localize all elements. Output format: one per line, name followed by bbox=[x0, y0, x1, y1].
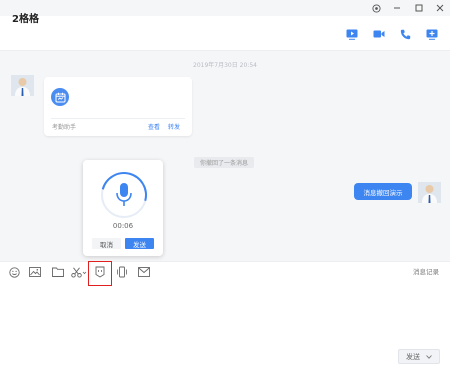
video-play-icon[interactable] bbox=[345, 27, 359, 41]
video-call-icon[interactable] bbox=[372, 27, 386, 41]
recording-duration: 00:06 bbox=[112, 222, 134, 230]
maximize-icon[interactable] bbox=[412, 2, 426, 14]
message-input[interactable] bbox=[0, 284, 450, 346]
close-icon[interactable] bbox=[433, 2, 447, 14]
card-divider bbox=[51, 118, 185, 119]
send-label: 发送 bbox=[406, 352, 420, 361]
avatar[interactable] bbox=[11, 75, 34, 96]
folder-icon[interactable] bbox=[52, 266, 64, 278]
chevron-down-icon[interactable] bbox=[426, 353, 432, 361]
forward-link[interactable]: 转发 bbox=[168, 122, 180, 131]
send-button[interactable]: 发送 bbox=[398, 349, 440, 364]
message-bubble[interactable]: 消息撤回演示 bbox=[354, 183, 412, 200]
phone-icon[interactable] bbox=[398, 27, 412, 41]
vibrate-icon[interactable] bbox=[116, 266, 128, 278]
message-history-link[interactable]: 消息记录 bbox=[413, 266, 439, 276]
mail-icon[interactable] bbox=[138, 266, 150, 278]
recall-notice: 你撤回了一条消息 bbox=[194, 157, 254, 168]
self-avatar[interactable] bbox=[418, 182, 441, 203]
view-link[interactable]: 查看 bbox=[148, 122, 160, 131]
calendar-icon bbox=[51, 88, 69, 106]
screen-share-icon[interactable] bbox=[425, 27, 439, 41]
card-label: 考勤助手 bbox=[52, 124, 77, 131]
voice-recorder-popup: 00:06 取消 发送 bbox=[83, 160, 163, 256]
emoji-icon[interactable] bbox=[8, 266, 20, 278]
input-toolbar bbox=[0, 261, 450, 284]
scissors-icon[interactable] bbox=[71, 266, 87, 278]
attendance-card[interactable]: 考勤助手 查看 转发 bbox=[44, 77, 192, 136]
microphone-icon bbox=[101, 172, 147, 218]
chat-title: 2格格 bbox=[12, 14, 39, 25]
minimize-icon[interactable] bbox=[390, 2, 404, 14]
message-timestamp: 2019年7月30日 20:54 bbox=[193, 62, 257, 69]
send-voice-button[interactable]: 发送 bbox=[125, 238, 154, 249]
cancel-button[interactable]: 取消 bbox=[92, 238, 121, 249]
highlight-box bbox=[88, 261, 112, 286]
image-icon[interactable] bbox=[29, 266, 41, 278]
target-icon[interactable] bbox=[369, 2, 383, 14]
